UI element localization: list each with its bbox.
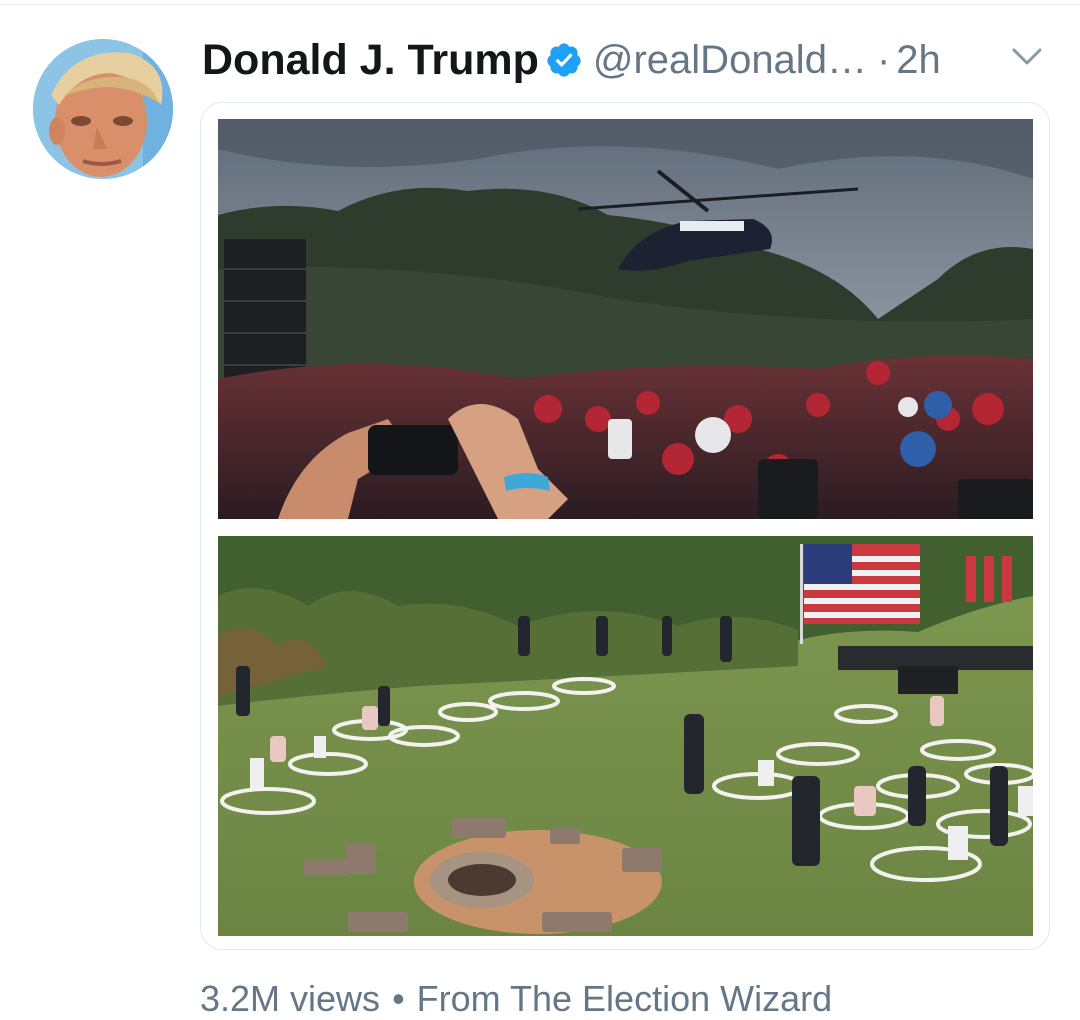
media-image-helicopter-rally[interactable] [218,119,1033,519]
media-image-outdoor-event[interactable] [218,536,1033,936]
top-divider [0,4,1080,5]
chevron-down-icon[interactable] [1010,44,1044,70]
user-handle[interactable]: @realDonald… [593,38,867,83]
avatar[interactable] [33,39,173,179]
media-source-link[interactable]: From The Election Wizard [417,978,832,1019]
tweet-timestamp[interactable]: 2h [896,38,941,83]
avatar-image [33,39,173,179]
display-name[interactable]: Donald J. Trump [202,36,539,85]
tweet-footer: 3.2M views • From The Election Wizard [200,978,832,1020]
header-separator: · [876,37,891,82]
tweet-header: Donald J. Trump @realDonald… · 2h [202,30,941,90]
view-count: 3.2M views [200,978,381,1019]
verified-badge-icon [545,41,583,79]
tweet-media-card[interactable] [200,102,1050,950]
footer-separator: • [392,978,405,1019]
